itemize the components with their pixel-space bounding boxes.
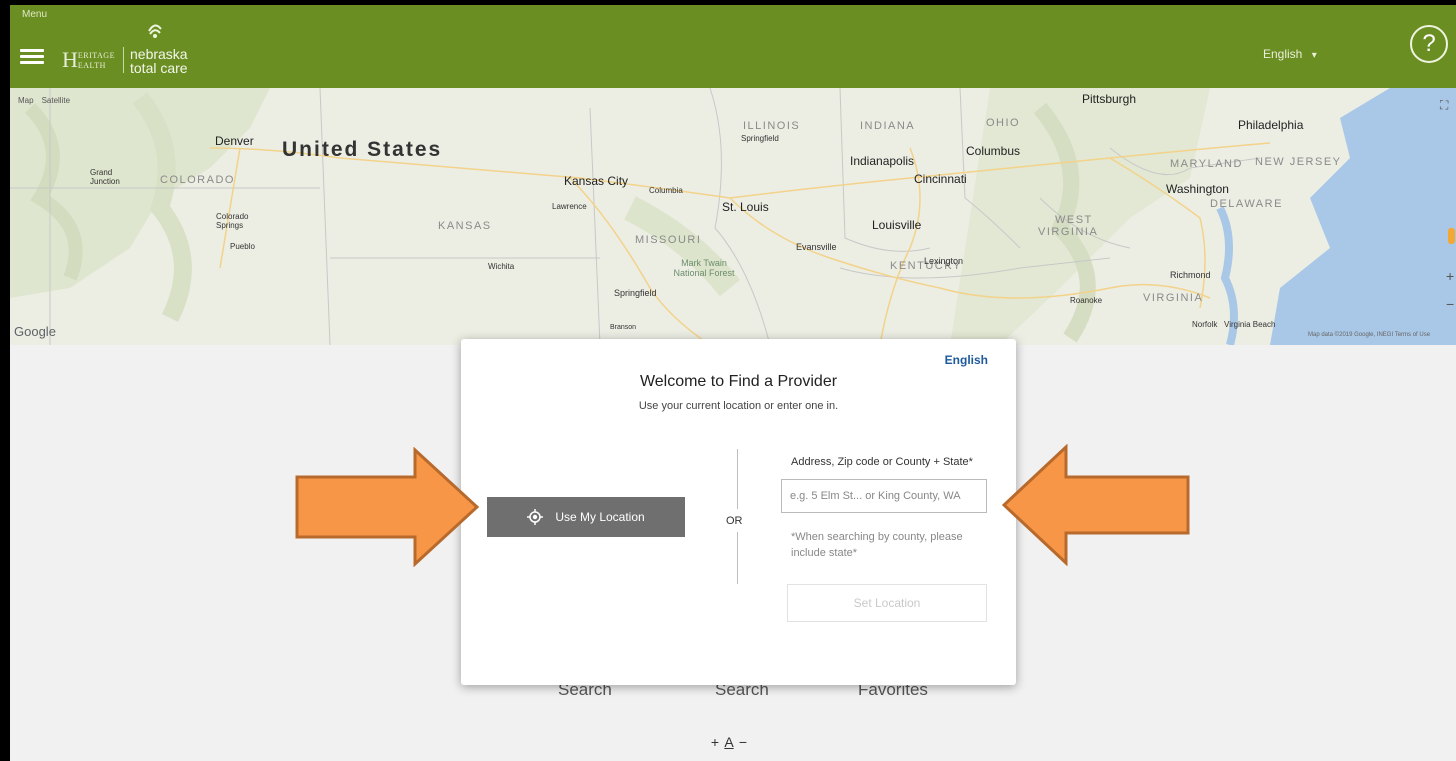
- map-label-state: OHIO: [986, 117, 1021, 129]
- map-label-city: Grand Junction: [90, 168, 120, 186]
- help-button[interactable]: ?: [1410, 25, 1448, 63]
- nebraska-total-care-logo-icon: [148, 24, 162, 38]
- nebraska-total-care-logo: nebraska total care: [130, 47, 188, 75]
- language-select[interactable]: English ▾: [1263, 47, 1317, 61]
- street-view-pegman-icon[interactable]: [1448, 228, 1455, 244]
- logo-ntc-line1: nebraska: [130, 46, 188, 62]
- map-label-city: Washington: [1166, 182, 1229, 196]
- map-label-city: Springfield: [614, 288, 657, 298]
- map-attribution[interactable]: Map data ©2019 Google, INEGI Terms of Us…: [1308, 332, 1430, 338]
- map-type-satellite[interactable]: Satellite: [42, 96, 70, 105]
- map-label-city: Cincinnati: [914, 172, 967, 186]
- menu-label: Menu: [22, 9, 48, 20]
- fullscreen-icon[interactable]: ⛶: [1440, 98, 1448, 113]
- map-label-state: VIRGINIA: [1038, 226, 1099, 238]
- font-reset-button[interactable]: A: [722, 734, 736, 750]
- logo-heritage-initial: H: [62, 47, 78, 72]
- map-label-state: COLORADO: [160, 174, 235, 186]
- font-increase-button[interactable]: +: [708, 734, 722, 750]
- arrow-right-annotation-icon: [295, 447, 480, 567]
- map-label-city: Pittsburgh: [1082, 92, 1137, 106]
- language-select-label: English: [1263, 47, 1303, 61]
- map-label-city: Denver: [215, 134, 254, 148]
- map-label-city: Roanoke: [1070, 296, 1103, 305]
- logo-ntc-line2: total care: [130, 60, 188, 76]
- modal-subtitle: Use your current location or enter one i…: [638, 400, 839, 412]
- font-decrease-button[interactable]: −: [736, 734, 750, 750]
- logo-heritage-bottom: EALTH: [77, 61, 106, 70]
- map-label-state: DELAWARE: [1210, 198, 1283, 210]
- map-label-state: NEW JERSEY: [1255, 156, 1342, 168]
- map-label-state: INDIANA: [860, 120, 916, 132]
- heritage-health-logo: HERITAGE EALTH: [62, 49, 115, 71]
- map-label-state: MARYLAND: [1170, 158, 1243, 170]
- modal-title: Welcome to Find a Provider: [639, 373, 838, 390]
- logo-heritage-top: ERITAGE: [77, 51, 115, 60]
- map-label-city: Columbia: [649, 186, 683, 195]
- or-divider-top: [737, 449, 738, 509]
- set-location-button[interactable]: Set Location: [787, 584, 987, 622]
- map-label-state: WEST: [1055, 214, 1093, 226]
- map-type-control[interactable]: Map Satellite: [18, 96, 78, 105]
- chevron-down-icon: ▾: [1311, 50, 1317, 61]
- map-label-city: Branson: [610, 324, 637, 331]
- logo-divider: [123, 47, 124, 73]
- map-view[interactable]: Map Satellite United States COLORADO KANS…: [10, 88, 1456, 345]
- font-size-control: + A −: [708, 734, 750, 750]
- or-divider-bottom: [737, 532, 738, 584]
- map-label-city: Philadelphia: [1238, 118, 1304, 132]
- address-label: Address, Zip code or County + State*: [791, 456, 973, 468]
- map-label-state: VIRGINIA: [1143, 292, 1204, 304]
- modal-language-link[interactable]: English: [945, 353, 988, 367]
- map-label-state: MISSOURI: [635, 234, 702, 246]
- location-target-icon: [527, 509, 544, 525]
- or-label: OR: [726, 515, 743, 527]
- map-label-country: United States: [282, 138, 443, 161]
- map-label-city: Mark Twain National Forest: [673, 258, 735, 278]
- map-type-map[interactable]: Map: [18, 96, 34, 105]
- map-label-city: Colorado Springs: [216, 212, 249, 230]
- use-my-location-button[interactable]: Use My Location: [487, 497, 685, 537]
- map-label-city: Columbus: [966, 144, 1021, 158]
- zoom-out-button[interactable]: −: [1446, 296, 1454, 312]
- map-label-city: St. Louis: [722, 200, 769, 214]
- map-label-city: Louisville: [872, 218, 922, 232]
- map-label-city: Indianapolis: [850, 154, 915, 168]
- google-logo: Google: [14, 324, 56, 339]
- find-provider-modal: English Welcome to Find a Provider Use y…: [461, 339, 1016, 685]
- county-note: *When searching by county, please includ…: [791, 531, 963, 559]
- map-label-city: Norfolk: [1192, 320, 1218, 329]
- map-label-city: Pueblo: [230, 242, 255, 251]
- map-label-city: Virginia Beach: [1224, 320, 1276, 329]
- map-label-city: Wichita: [488, 262, 515, 271]
- map-label-city: Springfield: [741, 134, 779, 143]
- map-label-city: Lexington: [924, 256, 964, 266]
- arrow-left-annotation-icon: [1002, 444, 1190, 566]
- hamburger-menu-icon[interactable]: [20, 49, 44, 65]
- map-label-state: KANSAS: [438, 220, 492, 232]
- zoom-in-button[interactable]: +: [1446, 268, 1454, 284]
- map-label-city: Evansville: [796, 242, 837, 252]
- address-input[interactable]: [781, 479, 987, 513]
- use-my-location-label: Use My Location: [555, 510, 645, 524]
- map-label-city: Richmond: [1170, 270, 1211, 280]
- app-frame: Menu HERITAGE EALTH nebraska total care E…: [10, 5, 1456, 761]
- header-bar: Menu HERITAGE EALTH nebraska total care E…: [10, 5, 1456, 88]
- map-label-city: Kansas City: [564, 174, 629, 188]
- map-label-city: Lawrence: [552, 202, 587, 211]
- map-label-state: ILLINOIS: [743, 120, 801, 132]
